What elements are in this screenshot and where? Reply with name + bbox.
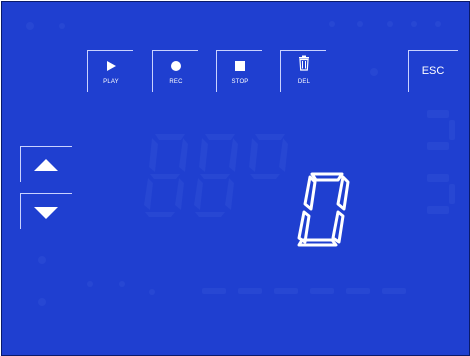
segment-f	[303, 175, 317, 211]
segment-e	[297, 210, 311, 244]
segment-c	[331, 210, 345, 244]
active-digit-display: 0	[297, 172, 350, 247]
segment-b	[336, 175, 350, 211]
segment-a	[310, 172, 344, 182]
lcd-panel: PLAY REC STOP DEL ESC	[1, 1, 470, 356]
